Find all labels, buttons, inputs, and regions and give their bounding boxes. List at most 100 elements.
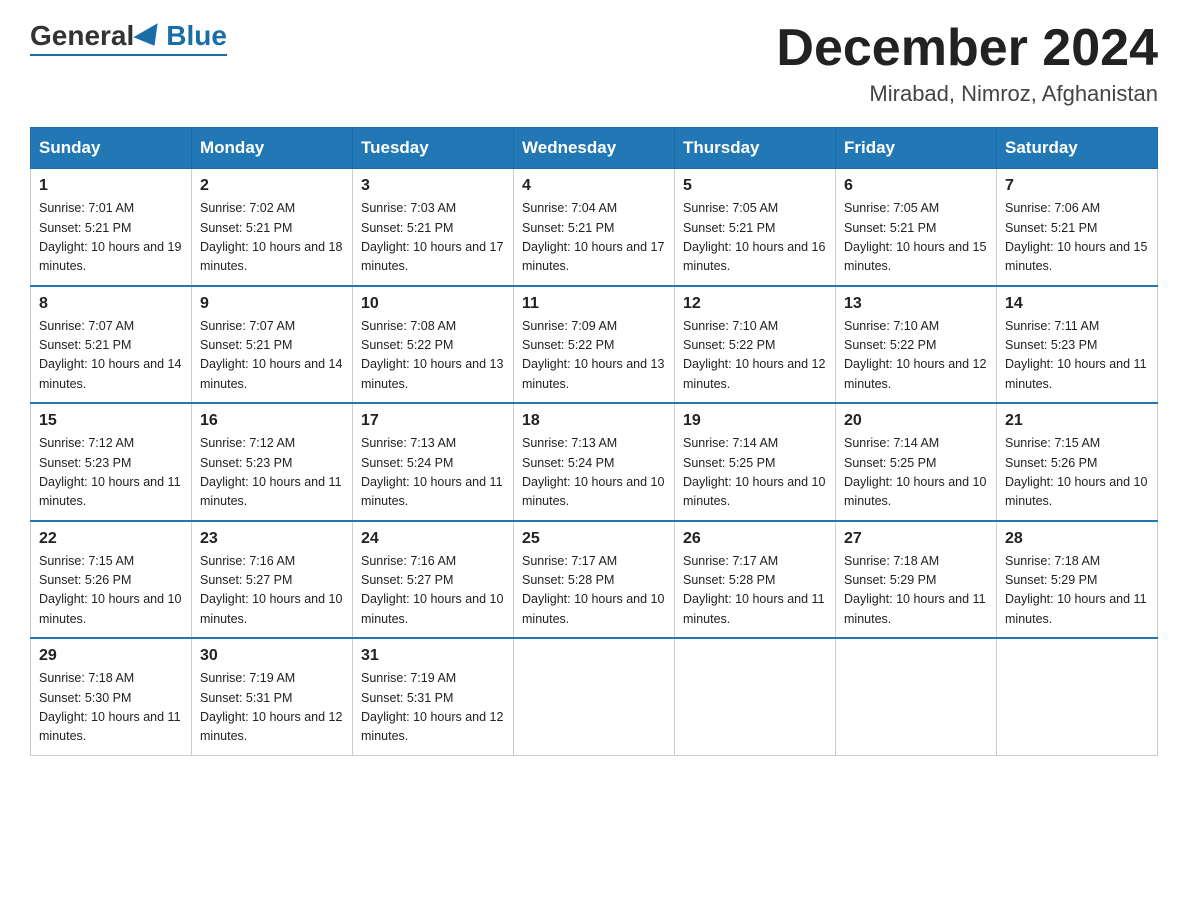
title-area: December 2024 Mirabad, Nimroz, Afghanist… <box>776 20 1158 107</box>
calendar-week-row: 29 Sunrise: 7:18 AMSunset: 5:30 PMDaylig… <box>31 638 1158 755</box>
day-number: 17 <box>361 412 505 430</box>
calendar-cell: 12 Sunrise: 7:10 AMSunset: 5:22 PMDaylig… <box>675 286 836 404</box>
day-number: 10 <box>361 295 505 313</box>
calendar-cell: 11 Sunrise: 7:09 AMSunset: 5:22 PMDaylig… <box>514 286 675 404</box>
day-number: 28 <box>1005 530 1149 548</box>
logo-general-text: General <box>30 20 134 52</box>
day-info: Sunrise: 7:03 AMSunset: 5:21 PMDaylight:… <box>361 201 503 273</box>
day-info: Sunrise: 7:17 AMSunset: 5:28 PMDaylight:… <box>683 554 825 626</box>
calendar-cell: 30 Sunrise: 7:19 AMSunset: 5:31 PMDaylig… <box>192 638 353 755</box>
calendar-cell: 31 Sunrise: 7:19 AMSunset: 5:31 PMDaylig… <box>353 638 514 755</box>
day-info: Sunrise: 7:16 AMSunset: 5:27 PMDaylight:… <box>200 554 342 626</box>
calendar-cell: 9 Sunrise: 7:07 AMSunset: 5:21 PMDayligh… <box>192 286 353 404</box>
day-number: 9 <box>200 295 344 313</box>
calendar-cell: 2 Sunrise: 7:02 AMSunset: 5:21 PMDayligh… <box>192 169 353 286</box>
calendar-cell: 15 Sunrise: 7:12 AMSunset: 5:23 PMDaylig… <box>31 403 192 521</box>
day-info: Sunrise: 7:14 AMSunset: 5:25 PMDaylight:… <box>844 436 986 508</box>
day-number: 23 <box>200 530 344 548</box>
calendar-cell: 23 Sunrise: 7:16 AMSunset: 5:27 PMDaylig… <box>192 521 353 639</box>
calendar-cell: 22 Sunrise: 7:15 AMSunset: 5:26 PMDaylig… <box>31 521 192 639</box>
day-info: Sunrise: 7:14 AMSunset: 5:25 PMDaylight:… <box>683 436 825 508</box>
day-info: Sunrise: 7:15 AMSunset: 5:26 PMDaylight:… <box>1005 436 1147 508</box>
calendar-cell: 20 Sunrise: 7:14 AMSunset: 5:25 PMDaylig… <box>836 403 997 521</box>
day-info: Sunrise: 7:18 AMSunset: 5:29 PMDaylight:… <box>1005 554 1147 626</box>
day-info: Sunrise: 7:13 AMSunset: 5:24 PMDaylight:… <box>361 436 503 508</box>
day-info: Sunrise: 7:13 AMSunset: 5:24 PMDaylight:… <box>522 436 664 508</box>
day-number: 4 <box>522 177 666 195</box>
day-number: 2 <box>200 177 344 195</box>
calendar-header-tuesday: Tuesday <box>353 128 514 169</box>
logo-arrow-icon <box>134 23 167 53</box>
calendar-cell: 1 Sunrise: 7:01 AMSunset: 5:21 PMDayligh… <box>31 169 192 286</box>
calendar-cell <box>675 638 836 755</box>
day-info: Sunrise: 7:01 AMSunset: 5:21 PMDaylight:… <box>39 201 181 273</box>
calendar-header-monday: Monday <box>192 128 353 169</box>
calendar-cell: 4 Sunrise: 7:04 AMSunset: 5:21 PMDayligh… <box>514 169 675 286</box>
day-number: 21 <box>1005 412 1149 430</box>
calendar-cell: 7 Sunrise: 7:06 AMSunset: 5:21 PMDayligh… <box>997 169 1158 286</box>
calendar-cell: 24 Sunrise: 7:16 AMSunset: 5:27 PMDaylig… <box>353 521 514 639</box>
calendar-cell: 17 Sunrise: 7:13 AMSunset: 5:24 PMDaylig… <box>353 403 514 521</box>
day-info: Sunrise: 7:04 AMSunset: 5:21 PMDaylight:… <box>522 201 664 273</box>
day-info: Sunrise: 7:06 AMSunset: 5:21 PMDaylight:… <box>1005 201 1147 273</box>
calendar-cell: 21 Sunrise: 7:15 AMSunset: 5:26 PMDaylig… <box>997 403 1158 521</box>
day-number: 7 <box>1005 177 1149 195</box>
calendar-header-sunday: Sunday <box>31 128 192 169</box>
day-number: 16 <box>200 412 344 430</box>
day-info: Sunrise: 7:19 AMSunset: 5:31 PMDaylight:… <box>200 671 342 743</box>
day-number: 8 <box>39 295 183 313</box>
calendar-cell: 16 Sunrise: 7:12 AMSunset: 5:23 PMDaylig… <box>192 403 353 521</box>
day-number: 22 <box>39 530 183 548</box>
calendar-header-saturday: Saturday <box>997 128 1158 169</box>
calendar-cell: 6 Sunrise: 7:05 AMSunset: 5:21 PMDayligh… <box>836 169 997 286</box>
calendar-table: SundayMondayTuesdayWednesdayThursdayFrid… <box>30 127 1158 756</box>
calendar-cell: 27 Sunrise: 7:18 AMSunset: 5:29 PMDaylig… <box>836 521 997 639</box>
day-number: 11 <box>522 295 666 313</box>
calendar-cell: 14 Sunrise: 7:11 AMSunset: 5:23 PMDaylig… <box>997 286 1158 404</box>
calendar-week-row: 22 Sunrise: 7:15 AMSunset: 5:26 PMDaylig… <box>31 521 1158 639</box>
day-number: 20 <box>844 412 988 430</box>
day-number: 29 <box>39 647 183 665</box>
calendar-cell: 5 Sunrise: 7:05 AMSunset: 5:21 PMDayligh… <box>675 169 836 286</box>
calendar-cell <box>997 638 1158 755</box>
day-number: 18 <box>522 412 666 430</box>
calendar-cell: 10 Sunrise: 7:08 AMSunset: 5:22 PMDaylig… <box>353 286 514 404</box>
day-number: 15 <box>39 412 183 430</box>
day-number: 24 <box>361 530 505 548</box>
day-number: 30 <box>200 647 344 665</box>
day-info: Sunrise: 7:15 AMSunset: 5:26 PMDaylight:… <box>39 554 181 626</box>
location-subtitle: Mirabad, Nimroz, Afghanistan <box>776 81 1158 107</box>
day-number: 6 <box>844 177 988 195</box>
day-number: 19 <box>683 412 827 430</box>
calendar-header-row: SundayMondayTuesdayWednesdayThursdayFrid… <box>31 128 1158 169</box>
day-number: 3 <box>361 177 505 195</box>
day-info: Sunrise: 7:02 AMSunset: 5:21 PMDaylight:… <box>200 201 342 273</box>
day-info: Sunrise: 7:12 AMSunset: 5:23 PMDaylight:… <box>200 436 342 508</box>
day-info: Sunrise: 7:12 AMSunset: 5:23 PMDaylight:… <box>39 436 181 508</box>
day-info: Sunrise: 7:07 AMSunset: 5:21 PMDaylight:… <box>200 319 342 391</box>
calendar-week-row: 1 Sunrise: 7:01 AMSunset: 5:21 PMDayligh… <box>31 169 1158 286</box>
day-number: 31 <box>361 647 505 665</box>
day-info: Sunrise: 7:19 AMSunset: 5:31 PMDaylight:… <box>361 671 503 743</box>
day-number: 26 <box>683 530 827 548</box>
day-number: 12 <box>683 295 827 313</box>
calendar-cell: 3 Sunrise: 7:03 AMSunset: 5:21 PMDayligh… <box>353 169 514 286</box>
day-info: Sunrise: 7:10 AMSunset: 5:22 PMDaylight:… <box>844 319 986 391</box>
logo-underline <box>30 54 227 56</box>
calendar-cell: 26 Sunrise: 7:17 AMSunset: 5:28 PMDaylig… <box>675 521 836 639</box>
calendar-cell: 29 Sunrise: 7:18 AMSunset: 5:30 PMDaylig… <box>31 638 192 755</box>
calendar-cell: 8 Sunrise: 7:07 AMSunset: 5:21 PMDayligh… <box>31 286 192 404</box>
calendar-cell <box>514 638 675 755</box>
calendar-week-row: 15 Sunrise: 7:12 AMSunset: 5:23 PMDaylig… <box>31 403 1158 521</box>
day-info: Sunrise: 7:18 AMSunset: 5:29 PMDaylight:… <box>844 554 986 626</box>
calendar-header-wednesday: Wednesday <box>514 128 675 169</box>
day-info: Sunrise: 7:08 AMSunset: 5:22 PMDaylight:… <box>361 319 503 391</box>
calendar-header-thursday: Thursday <box>675 128 836 169</box>
day-number: 1 <box>39 177 183 195</box>
day-info: Sunrise: 7:10 AMSunset: 5:22 PMDaylight:… <box>683 319 825 391</box>
day-number: 25 <box>522 530 666 548</box>
day-info: Sunrise: 7:05 AMSunset: 5:21 PMDaylight:… <box>683 201 825 273</box>
calendar-cell <box>836 638 997 755</box>
day-info: Sunrise: 7:09 AMSunset: 5:22 PMDaylight:… <box>522 319 664 391</box>
calendar-cell: 13 Sunrise: 7:10 AMSunset: 5:22 PMDaylig… <box>836 286 997 404</box>
